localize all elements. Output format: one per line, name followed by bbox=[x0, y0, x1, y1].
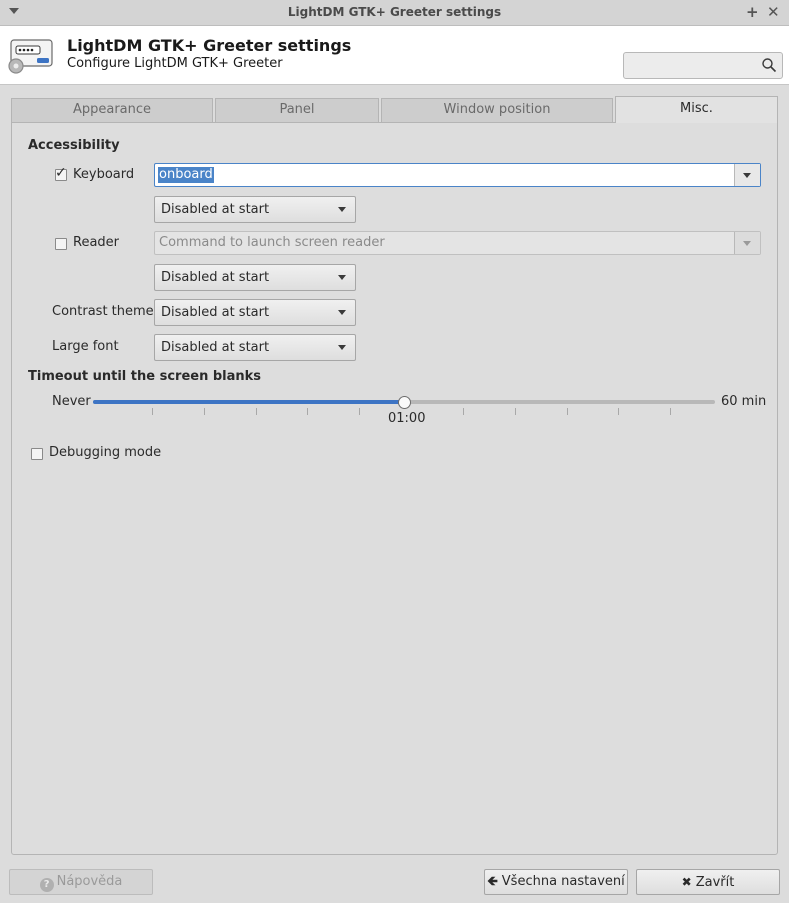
chevron-down-icon bbox=[743, 173, 751, 178]
timeout-max-label: 60 min bbox=[721, 394, 767, 409]
keyboard-command-dropdown-button[interactable] bbox=[734, 164, 760, 186]
keyboard-start-state-value: Disabled at start bbox=[161, 202, 270, 217]
slider-tick bbox=[203, 408, 205, 415]
debugging-label[interactable]: Debugging mode bbox=[49, 445, 161, 460]
tab-window-position[interactable]: Window position bbox=[381, 98, 613, 122]
search-input[interactable] bbox=[623, 52, 783, 79]
debugging-checkbox[interactable] bbox=[31, 448, 43, 460]
large-font-select[interactable]: Disabled at start bbox=[154, 334, 356, 361]
app-title: LightDM GTK+ Greeter settings bbox=[67, 36, 352, 55]
reader-start-state-select[interactable]: Disabled at start bbox=[154, 264, 356, 291]
close-button[interactable]: ✖ Zavřít bbox=[636, 869, 780, 895]
slider-tick bbox=[359, 408, 361, 415]
app-header: LightDM GTK+ Greeter settings Configure … bbox=[0, 26, 789, 85]
timeout-heading: Timeout until the screen blanks bbox=[28, 369, 262, 384]
keyboard-checkbox[interactable]: ✓ bbox=[55, 165, 67, 181]
reader-start-state-value: Disabled at start bbox=[161, 270, 270, 285]
help-icon: ? bbox=[39, 878, 54, 892]
contrast-theme-value: Disabled at start bbox=[161, 305, 270, 320]
tab-misc[interactable]: Misc. bbox=[615, 96, 778, 123]
timeout-slider-fill bbox=[93, 400, 404, 404]
app-subtitle: Configure LightDM GTK+ Greeter bbox=[67, 56, 283, 71]
keyboard-label[interactable]: Keyboard bbox=[73, 167, 134, 182]
tab-appearance[interactable]: Appearance bbox=[11, 98, 213, 122]
slider-tick bbox=[151, 408, 153, 415]
chevron-down-icon bbox=[338, 310, 346, 315]
window-title: LightDM GTK+ Greeter settings bbox=[287, 5, 502, 19]
chevron-down-icon bbox=[338, 275, 346, 280]
slider-tick bbox=[255, 408, 257, 415]
timeout-min-label: Never bbox=[52, 394, 91, 409]
slider-tick bbox=[566, 408, 568, 415]
keyboard-command-combo[interactable]: onboard bbox=[154, 163, 761, 187]
reader-command-dropdown-button bbox=[734, 232, 760, 254]
contrast-theme-select[interactable]: Disabled at start bbox=[154, 299, 356, 326]
maximize-icon[interactable]: + bbox=[746, 3, 759, 21]
slider-tick bbox=[670, 408, 672, 415]
reader-label[interactable]: Reader bbox=[73, 235, 119, 250]
title-bar: LightDM GTK+ Greeter settings + ✕ bbox=[0, 0, 789, 26]
back-arrow-icon: 🡸 bbox=[487, 874, 498, 889]
close-window-icon[interactable]: ✕ bbox=[767, 3, 780, 21]
keyboard-command-value[interactable]: onboard bbox=[158, 167, 214, 183]
close-icon: ✖ bbox=[681, 875, 692, 889]
chevron-down-icon bbox=[338, 345, 346, 350]
large-font-label: Large font bbox=[52, 339, 119, 354]
chevron-down-icon bbox=[338, 207, 346, 212]
reader-checkbox[interactable] bbox=[55, 238, 67, 250]
all-settings-button[interactable]: 🡸 Všechna nastavení bbox=[484, 869, 628, 895]
slider-tick bbox=[618, 408, 620, 415]
checkmark-icon: ✓ bbox=[55, 165, 67, 181]
chevron-down-icon bbox=[743, 241, 751, 246]
help-button-label: Nápověda bbox=[56, 874, 123, 889]
timeout-value-label: 01:00 bbox=[388, 411, 426, 426]
reader-command-placeholder: Command to launch screen reader bbox=[159, 235, 385, 250]
contrast-theme-label: Contrast theme bbox=[52, 304, 154, 319]
keyboard-start-state-select[interactable]: Disabled at start bbox=[154, 196, 356, 223]
slider-tick bbox=[462, 408, 464, 415]
tab-panel[interactable]: Panel bbox=[215, 98, 379, 122]
help-button[interactable]: ? Nápověda bbox=[9, 869, 153, 895]
search-icon[interactable] bbox=[761, 57, 777, 73]
large-font-value: Disabled at start bbox=[161, 340, 270, 355]
reader-command-combo: Command to launch screen reader bbox=[154, 231, 761, 255]
lightdm-settings-app-icon bbox=[8, 39, 53, 74]
timeout-slider-handle[interactable] bbox=[397, 396, 411, 409]
close-button-label: Zavřít bbox=[695, 875, 735, 890]
all-settings-button-label: Všechna nastavení bbox=[501, 874, 625, 889]
slider-tick bbox=[307, 408, 309, 415]
accessibility-heading: Accessibility bbox=[28, 138, 120, 153]
slider-tick bbox=[514, 408, 516, 415]
